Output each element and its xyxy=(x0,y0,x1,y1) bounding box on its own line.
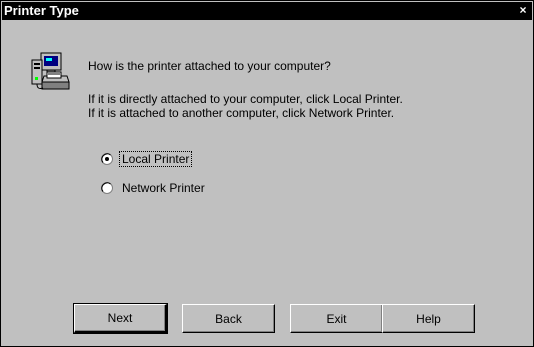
exit-button[interactable]: Exit xyxy=(290,304,383,333)
network-printer-radio[interactable] xyxy=(101,182,113,194)
info-text-line-2: If it is attached to another computer, c… xyxy=(88,106,395,120)
question-text: How is the printer attached to your comp… xyxy=(88,59,331,73)
printer-computer-icon xyxy=(27,50,71,94)
close-icon[interactable]: × xyxy=(518,4,528,16)
help-button[interactable]: Help xyxy=(382,304,475,333)
dialog-title: Printer Type xyxy=(4,3,79,18)
back-button[interactable]: Back xyxy=(182,304,275,333)
local-printer-radio[interactable] xyxy=(101,153,113,165)
title-bar[interactable]: Printer Type × xyxy=(2,2,532,20)
network-printer-option[interactable]: Network Printer xyxy=(101,180,207,196)
local-printer-option[interactable]: Local Printer xyxy=(101,151,193,167)
local-printer-label[interactable]: Local Printer xyxy=(118,151,193,167)
printer-type-dialog: Printer Type × How is the printer attach… xyxy=(0,0,534,347)
next-button[interactable]: Next xyxy=(73,303,168,334)
network-printer-label[interactable]: Network Printer xyxy=(120,181,207,195)
dialog-body: How is the printer attached to your comp… xyxy=(2,21,532,345)
